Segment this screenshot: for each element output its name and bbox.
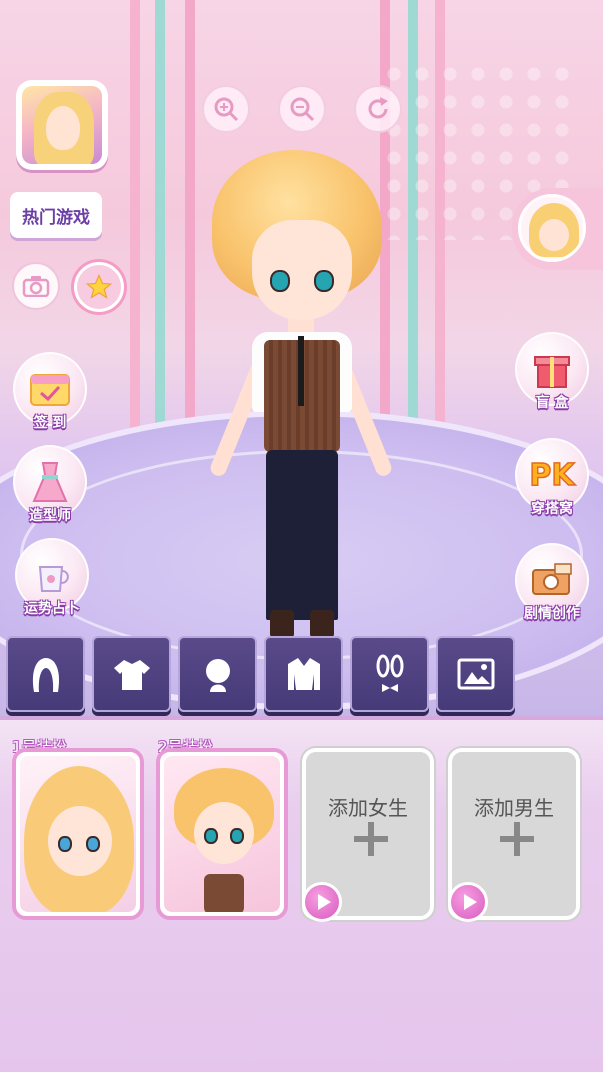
outfit-1-thumbnail [20, 756, 136, 912]
checkin-label: 签 到 [33, 415, 67, 431]
blindbox-label: 盲 盒 [535, 395, 569, 411]
thumb-eye [58, 836, 72, 852]
character-avatar [518, 194, 586, 262]
bunny-ears-icon [376, 654, 403, 692]
calendar-check-icon [30, 374, 70, 406]
story-button[interactable]: 剧情创作 [512, 543, 592, 623]
jacket-icon [287, 658, 320, 690]
stylist-label: 造型师 [29, 508, 71, 524]
thumb-face [194, 802, 254, 864]
thumb-eye [86, 836, 100, 852]
category-tabs [6, 636, 515, 712]
tab-jacket[interactable] [264, 636, 343, 712]
play-video-icon[interactable] [448, 882, 488, 922]
character-eye [314, 270, 334, 292]
featured-game-art [22, 86, 102, 164]
character-face [252, 220, 352, 320]
favorites-button[interactable] [74, 262, 124, 312]
outfit-tower-button[interactable]: PK 穿搭窝 [512, 438, 592, 518]
rotate-button[interactable] [354, 85, 402, 133]
zoom-out-icon [290, 97, 315, 122]
outfit-2-thumbnail [164, 756, 280, 912]
add-male-slot[interactable]: 添加男生 [448, 748, 580, 922]
stage-curtain [130, 0, 140, 450]
rotate-icon [368, 97, 388, 119]
zoom-in-button[interactable] [202, 85, 250, 133]
character-shoe [310, 610, 334, 638]
tab-face[interactable] [178, 636, 257, 712]
add-female-slot[interactable]: 添加女生 [302, 748, 434, 922]
gift-box-icon [534, 356, 570, 388]
outfit-tower-label: 穿搭窝 [531, 501, 573, 517]
featured-game-badge[interactable] [16, 80, 108, 170]
story-label: 剧情创作 [524, 606, 580, 622]
tab-top[interactable] [92, 636, 171, 712]
character-pants [266, 450, 338, 620]
zoom-out-button[interactable] [278, 85, 326, 133]
character-eye [270, 270, 290, 292]
zoom-in-icon [214, 97, 239, 122]
plus-icon [500, 822, 534, 856]
tab-background[interactable] [436, 636, 515, 712]
teapot-icon [38, 566, 69, 592]
character-tie [298, 336, 304, 406]
hot-games-button[interactable]: 热门游戏 [10, 192, 102, 238]
character-shoe [270, 610, 294, 638]
dressup-stage: 热门游戏 签 到 造型师 运势占卜 盲 盒 PK 穿搭窝 剧情创作 [0, 0, 603, 720]
art-face [46, 106, 80, 150]
checkin-button[interactable]: 签 到 [10, 352, 90, 432]
add-male-label: 添加男生 [474, 796, 554, 820]
shirt-icon [113, 660, 150, 690]
head-icon [205, 659, 230, 692]
outfit-panel: 1号装扮 2号装扮 添加女生 添加男生 [0, 716, 603, 1072]
fortune-label: 运势占卜 [24, 601, 80, 617]
hair-icon [32, 658, 59, 692]
thumb-eye [230, 828, 244, 844]
camera-icon [22, 276, 50, 297]
character-switch-tab[interactable] [512, 188, 603, 270]
camera-button[interactable] [12, 262, 60, 310]
blindbox-button[interactable]: 盲 盒 [512, 332, 592, 412]
fortune-button[interactable]: 运势占卜 [12, 538, 92, 618]
dress-icon [32, 462, 68, 502]
character-model[interactable] [200, 140, 400, 640]
camera-film-icon [532, 563, 572, 595]
avatar-face [539, 219, 569, 251]
plus-icon [354, 822, 388, 856]
star-icon [85, 273, 113, 299]
thumb-vest [204, 874, 244, 912]
outfit-slot-1[interactable] [12, 748, 144, 920]
stage-curtain [155, 0, 165, 450]
thumb-eye [204, 828, 218, 844]
outfit-slot-2[interactable] [156, 748, 288, 920]
stylist-button[interactable]: 造型师 [10, 445, 90, 525]
tab-hair[interactable] [6, 636, 85, 712]
add-female-label: 添加女生 [328, 796, 408, 820]
picture-icon [457, 658, 494, 690]
play-video-icon[interactable] [302, 882, 342, 922]
pk-badge: PK [529, 457, 576, 494]
stage-curtain [185, 0, 195, 450]
tab-accessory[interactable] [350, 636, 429, 712]
